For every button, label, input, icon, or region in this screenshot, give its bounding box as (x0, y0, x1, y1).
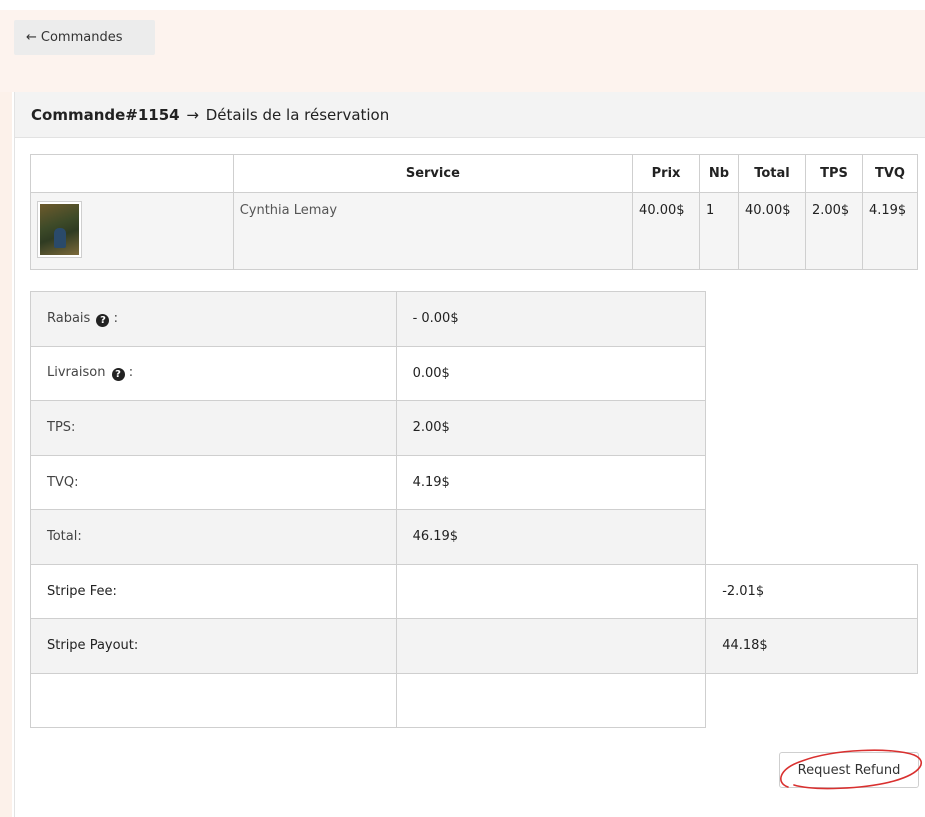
tvq-column-header: TVQ (861, 154, 919, 193)
request-refund-button[interactable]: Request Refund (779, 752, 919, 788)
service-total: 40.00$ (738, 192, 806, 270)
livraison-label: Livraison (47, 365, 106, 381)
person-figure (54, 228, 66, 248)
tps-value: 2.00$ (395, 400, 707, 456)
tvq-value: 4.19$ (395, 454, 707, 510)
empty-cell (706, 510, 918, 565)
order-number: Commande#1154 (31, 106, 180, 124)
empty-cell (706, 346, 918, 401)
summary-row-tps: TPS: 2.00$ (30, 400, 918, 456)
empty-cell (706, 292, 918, 347)
summary-row-rabais: Rabais ? : - 0.00$ (30, 291, 918, 347)
livraison-label-cell: Livraison ? : (30, 345, 397, 401)
stripe-fee-label: Stripe Fee: (30, 563, 397, 619)
empty-cell (706, 673, 918, 728)
back-arrow-icon: ← (26, 30, 37, 45)
empty-cell (706, 455, 918, 510)
summary-table: Rabais ? : - 0.00$ Livraison ? : 0.00$ T… (30, 291, 918, 728)
summary-row-total: Total: 46.19$ (30, 509, 918, 565)
stripe-payout-value: 44.18$ (705, 618, 918, 674)
help-icon[interactable]: ? (111, 368, 125, 382)
summary-row-stripe-fee: Stripe Fee: -2.01$ (30, 563, 918, 619)
service-nb: 1 (699, 192, 739, 270)
blank-cell (395, 672, 707, 728)
service-name: Cynthia Lemay (232, 192, 634, 270)
tvq-label: TVQ: (30, 454, 397, 510)
thumbnail-image (40, 204, 79, 255)
service-column-header: Service (232, 154, 634, 193)
stripe-payout-label: Stripe Payout: (30, 618, 397, 674)
total-column-header: Total (738, 154, 806, 193)
back-label: Commandes (40, 30, 123, 45)
arrow-right-icon: → (186, 106, 199, 124)
summary-row-tvq: TVQ: 4.19$ (30, 454, 918, 510)
stripe-fee-empty (395, 563, 707, 619)
summary-row-stripe-payout: Stripe Payout: 44.18$ (30, 618, 918, 674)
tps-column-header: TPS (804, 154, 863, 193)
back-to-orders-button[interactable]: ← Commandes (14, 20, 155, 55)
left-strip (0, 92, 12, 817)
prix-column-header: Prix (632, 154, 701, 193)
empty-cell (706, 401, 918, 456)
total-label: Total: (30, 509, 397, 565)
image-column-header (30, 154, 234, 193)
help-icon[interactable]: ? (96, 313, 110, 327)
service-tvq: 4.19$ (861, 192, 919, 270)
total-value: 46.19$ (395, 509, 707, 565)
page-title: Détails de la réservation (205, 106, 390, 124)
rabais-colon: : (113, 310, 118, 326)
nb-column-header: Nb (699, 154, 739, 193)
livraison-value: 0.00$ (395, 345, 707, 401)
summary-row-livraison: Livraison ? : 0.00$ (30, 345, 918, 401)
summary-row-blank (30, 672, 918, 728)
livraison-colon: : (128, 365, 134, 381)
services-table: Service Prix Nb Total TPS TVQ Cynthia Le… (30, 154, 919, 270)
table-row: Cynthia Lemay 40.00$ 1 40.00$ 2.00$ 4.19… (30, 192, 919, 270)
services-header-row: Service Prix Nb Total TPS TVQ (30, 154, 919, 193)
stripe-fee-value: -2.01$ (705, 563, 918, 619)
rabais-label-cell: Rabais ? : (30, 291, 397, 347)
rabais-label: Rabais (47, 310, 91, 326)
service-thumbnail[interactable] (37, 201, 82, 258)
service-prix: 40.00$ (632, 192, 701, 270)
service-tps: 2.00$ (804, 192, 863, 270)
blank-cell (30, 672, 397, 728)
service-thumbnail-cell (30, 192, 234, 270)
tps-label: TPS: (30, 400, 397, 456)
stripe-payout-empty (395, 618, 707, 674)
rabais-value: - 0.00$ (395, 291, 707, 347)
panel-header: Commande#1154 → Détails de la réservatio… (15, 92, 925, 138)
